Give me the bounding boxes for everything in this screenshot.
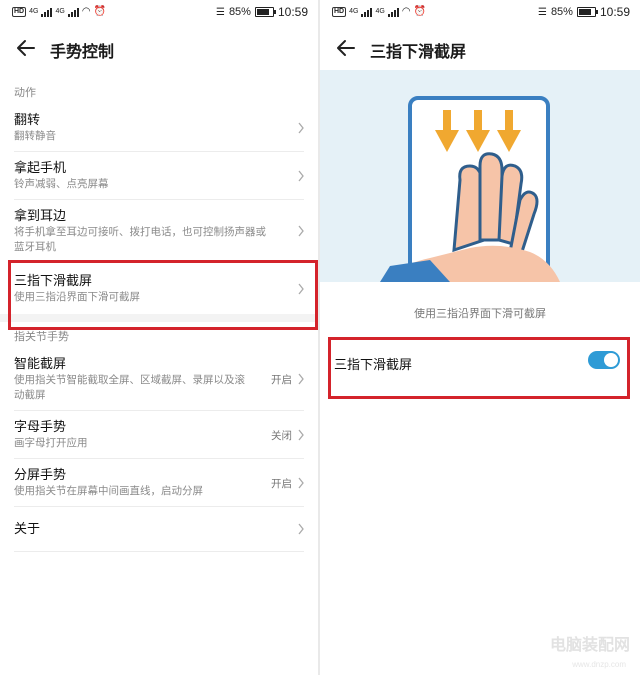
list-item-smart-screenshot[interactable]: 智能截屏 使用指关节智能截取全屏、区域截屏、录屏以及滚动截屏 开启	[0, 348, 318, 410]
wifi-icon: ◠	[401, 6, 411, 17]
item-subtitle: 翻转静音	[14, 130, 56, 142]
watermark-text: 电脑装配网	[549, 637, 630, 654]
item-subtitle: 铃声减弱、点亮屏幕	[14, 178, 109, 190]
chevron-right-icon	[298, 523, 304, 535]
item-subtitle: 将手机拿至耳边可接听、拨打电话，也可控制扬声器或蓝牙耳机	[14, 226, 266, 253]
clock: 10:59	[599, 5, 630, 19]
highlight-box-right	[328, 337, 630, 399]
item-title: 智能截屏	[14, 356, 67, 371]
back-arrow-icon[interactable]	[334, 36, 358, 60]
list-item-raise-to-ear[interactable]: 拿到耳边 将手机拿至耳边可接听、拨打电话，也可控制扬声器或蓝牙耳机	[0, 200, 318, 262]
list-item-pickup[interactable]: 拿起手机 铃声减弱、点亮屏幕	[0, 152, 318, 199]
vibrate-icon: ☰	[537, 6, 547, 18]
status-value: 开启	[271, 477, 292, 490]
chevron-right-icon	[298, 225, 304, 237]
network-label-2: 4G	[55, 8, 65, 15]
hd-icon: HD	[332, 6, 347, 17]
three-finger-screenshot-screen: HD 4G 4G ◠ ⏰ ☰ 85% 10:59 三指下滑截屏 使用三指沿界面下…	[320, 0, 640, 675]
chevron-right-icon	[298, 170, 304, 181]
list-item-split-screen-gesture[interactable]: 分屏手势 使用指关节在屏幕中间画直线，启动分屏 开启	[0, 459, 318, 506]
clock: 10:59	[277, 5, 308, 19]
header: 三指下滑截屏	[320, 26, 640, 72]
network-label-2: 4G	[375, 8, 385, 15]
back-arrow-icon[interactable]	[14, 36, 38, 60]
network-label-1: 4G	[29, 8, 39, 15]
hand-swipe-illustration	[380, 96, 560, 282]
watermark-url: www.dnzp.com	[572, 660, 626, 669]
alarm-icon: ⏰	[93, 6, 106, 17]
item-title: 字母手势	[14, 419, 67, 434]
battery-percent: 85%	[228, 6, 251, 18]
down-arrow-icons	[435, 110, 521, 152]
gesture-control-screen: HD 4G 4G ◠ ⏰ ☰ 85% 10:59 手势控制 动作 翻转 翻转静音…	[0, 0, 318, 675]
list-item-flip[interactable]: 翻转 翻转静音	[0, 104, 318, 151]
alarm-icon: ⏰	[413, 6, 426, 17]
item-title: 分屏手势	[14, 467, 67, 482]
wifi-icon: ◠	[81, 6, 91, 17]
signal-icon-2	[67, 7, 79, 17]
battery-percent: 85%	[550, 6, 573, 18]
page-title: 三指下滑截屏	[370, 44, 467, 61]
gesture-illustration	[320, 70, 640, 282]
item-subtitle: 使用指关节在屏幕中间画直线，启动分屏	[14, 485, 203, 497]
item-title: 拿到耳边	[14, 208, 67, 223]
chevron-right-icon	[298, 477, 304, 488]
illustration-caption: 使用三指沿界面下滑可截屏	[414, 308, 546, 320]
list-item-about[interactable]: 关于	[0, 507, 318, 551]
status-bar: HD 4G 4G ◠ ⏰ ☰ 85% 10:59	[320, 0, 640, 26]
signal-icon	[41, 7, 53, 17]
list-item-letter-gesture[interactable]: 字母手势 画字母打开应用 关闭	[0, 411, 318, 458]
item-subtitle: 使用指关节智能截取全屏、区域截屏、录屏以及滚动截屏	[14, 374, 245, 401]
item-title: 关于	[14, 521, 41, 536]
vibrate-icon: ☰	[215, 6, 225, 18]
status-value: 关闭	[271, 429, 292, 442]
highlight-box-left	[8, 260, 318, 330]
chevron-right-icon	[298, 373, 304, 385]
battery-icon	[576, 7, 598, 17]
signal-icon	[361, 7, 373, 17]
battery-icon	[254, 7, 276, 17]
item-subtitle: 画字母打开应用	[14, 437, 88, 449]
hd-icon: HD	[12, 6, 27, 17]
signal-icon-2	[387, 7, 399, 17]
page-title: 手势控制	[50, 44, 115, 61]
chevron-right-icon	[298, 122, 304, 133]
status-value: 开启	[271, 374, 292, 386]
item-title: 拿起手机	[14, 160, 67, 175]
header: 手势控制	[0, 26, 318, 72]
status-bar: HD 4G 4G ◠ ⏰ ☰ 85% 10:59	[0, 0, 318, 26]
item-title: 翻转	[14, 112, 41, 127]
chevron-right-icon	[298, 429, 304, 440]
network-label-1: 4G	[349, 8, 359, 15]
section-header-actions: 动作	[14, 87, 36, 99]
